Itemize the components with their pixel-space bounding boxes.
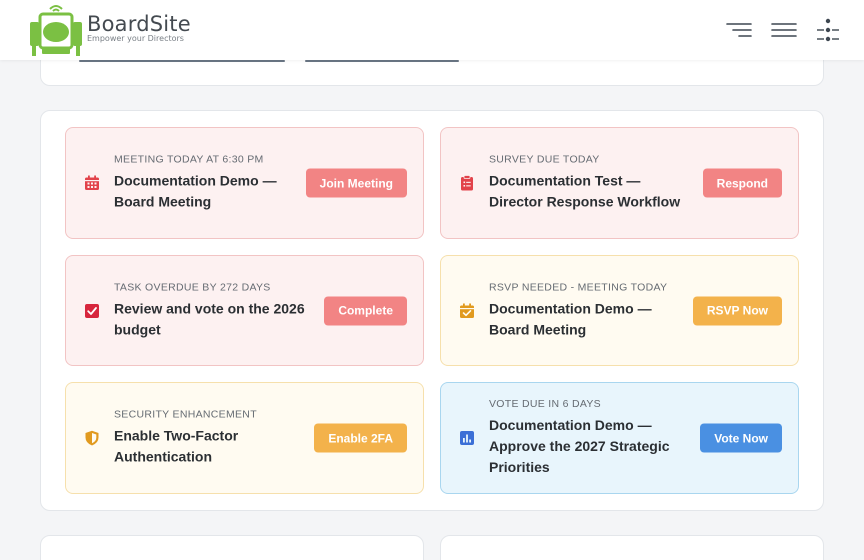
boardsite-logo-icon[interactable] <box>28 2 84 58</box>
rsvp-now-button[interactable]: RSVP Now <box>692 296 782 325</box>
tab-underline[interactable] <box>305 60 459 62</box>
next-card-left <box>40 535 424 560</box>
alert-title: Documentation Demo — Board Meeting <box>114 172 277 210</box>
alert-label: Task Overdue by 272 Days <box>114 281 271 293</box>
more-options-icon[interactable] <box>814 17 842 43</box>
menu-right-icon[interactable] <box>725 17 753 43</box>
top-header: BoardSite Empower your Directors <box>0 0 864 60</box>
alert-title: Documentation Demo — Board Meeting <box>489 300 652 337</box>
respond-button[interactable]: Respond <box>702 168 782 198</box>
alert-title: Review and vote on the 2026 budget <box>114 300 305 337</box>
complete-button[interactable]: Complete <box>324 296 407 325</box>
next-card-right <box>440 535 824 560</box>
alert-meeting-today: Meeting Today at 6:30 PM Documentation D… <box>65 127 424 239</box>
join-meeting-button[interactable]: Join Meeting <box>305 168 407 198</box>
alert-title: Enable Two-Factor Authentication <box>114 427 239 465</box>
alert-label: RSVP Needed - Meeting Today <box>489 281 668 293</box>
shield-icon <box>84 430 100 446</box>
alert-title: Documentation Demo — Approve the 2027 St… <box>489 417 670 475</box>
vote-now-button[interactable]: Vote Now <box>700 423 782 453</box>
alert-title: Documentation Test — Director Response W… <box>489 172 681 210</box>
tab-underline[interactable] <box>79 60 285 62</box>
alert-rsvp-needed: RSVP Needed - Meeting Today Documentatio… <box>440 255 799 366</box>
alert-label: Meeting Today at 6:30 PM <box>114 153 264 166</box>
brand-tagline: Empower your Directors <box>87 34 184 43</box>
enable-2fa-button[interactable]: Enable 2FA <box>314 423 407 453</box>
calendar-check-icon <box>459 303 475 319</box>
calendar-icon <box>84 175 100 191</box>
alert-label: Vote Due in 6 Days <box>489 398 601 410</box>
alert-vote-due: Vote Due in 6 Days Documentation Demo — … <box>440 382 799 494</box>
alert-label: Security Enhancement <box>114 408 257 421</box>
alert-task-overdue: Task Overdue by 272 Days Review and vote… <box>65 255 424 366</box>
alert-security: Security Enhancement Enable Two-Factor A… <box>65 382 424 494</box>
alert-survey-due: Survey Due Today Documentation Test — Di… <box>440 127 799 239</box>
bar-chart-icon <box>459 430 475 446</box>
checkbox-icon <box>84 303 100 319</box>
action-items-card: Meeting Today at 6:30 PM Documentation D… <box>40 110 824 511</box>
alert-label: Survey Due Today <box>489 153 600 166</box>
brand-name: BoardSite <box>87 12 191 36</box>
menu-icon[interactable] <box>770 17 798 43</box>
clipboard-icon <box>459 175 475 191</box>
